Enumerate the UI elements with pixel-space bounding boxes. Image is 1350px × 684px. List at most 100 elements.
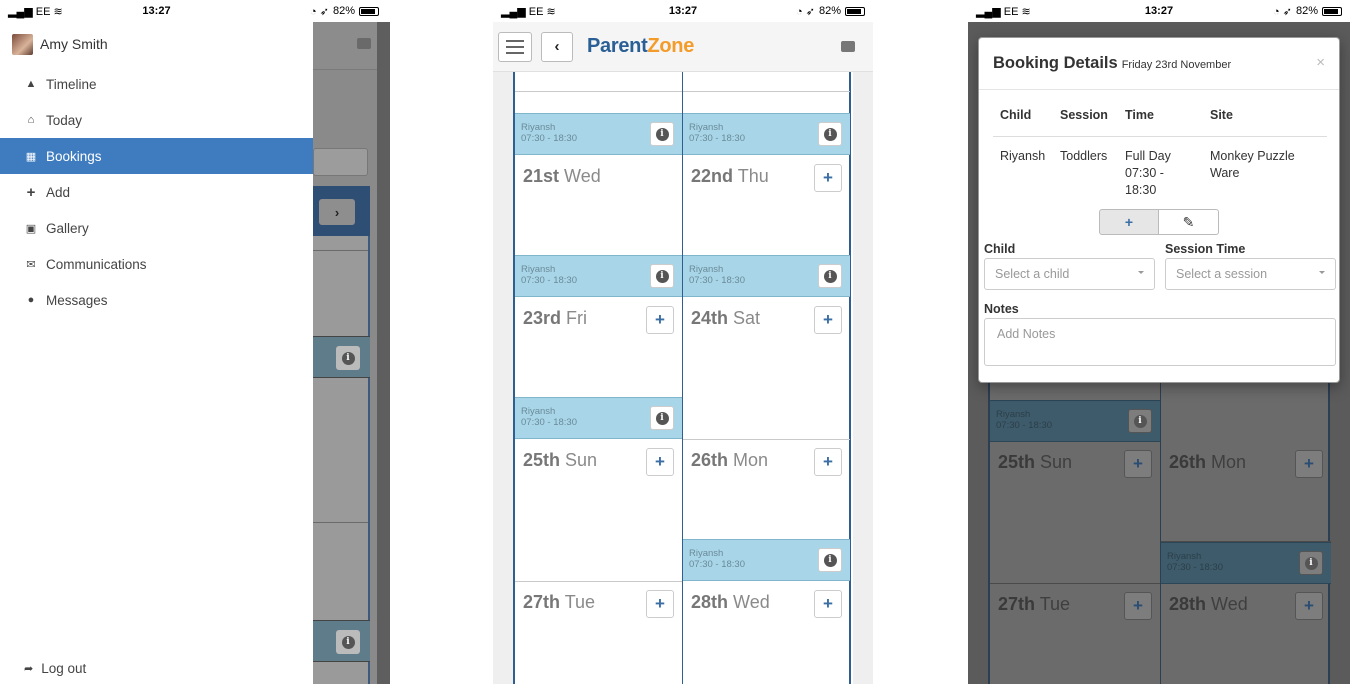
- info-icon[interactable]: i: [818, 122, 842, 146]
- background-calendar: [313, 186, 370, 684]
- menu-item-communications[interactable]: ✉ Communications: [0, 246, 313, 282]
- day-label: 27th Tue: [998, 594, 1071, 614]
- menu-item-gallery[interactable]: ▣ Gallery: [0, 210, 313, 246]
- location-icon: ◔ ➶: [796, 5, 815, 18]
- phone-calendar-screen: ▂▄▆ EE ≋ 13:27 ◔ ➶ 82% ‹ ParentZone Riyan…: [493, 0, 873, 684]
- info-icon[interactable]: i: [818, 264, 842, 288]
- add-booking-button: +: [1295, 592, 1323, 620]
- cell-child: Riyansh: [1000, 149, 1046, 163]
- day-label: 24th Sat: [691, 308, 761, 328]
- carrier: ▂▄▆ EE ≋: [976, 5, 1031, 18]
- edit-mode-button[interactable]: ✎: [1159, 209, 1219, 235]
- logout-link[interactable]: ➦ Log out: [24, 661, 86, 676]
- info-icon: i: [1299, 551, 1323, 575]
- add-booking-button[interactable]: +: [814, 590, 842, 618]
- add-booking-button[interactable]: +: [814, 448, 842, 476]
- calendar-grid: Riyansh 07:30 - 18:30 i Riyansh 07:30 - 18:…: [513, 72, 851, 684]
- day-cell-25: 25th Sun +: [990, 442, 1160, 584]
- menu-item-timeline[interactable]: ▲ Timeline: [0, 66, 313, 102]
- modal-date: Friday 23rd November: [1121, 59, 1232, 71]
- add-booking-button[interactable]: +: [646, 590, 674, 618]
- location-icon: ◔ ➶: [1273, 5, 1292, 18]
- background-rail: [377, 22, 390, 684]
- cell-site: Monkey Puzzle Ware: [1210, 149, 1295, 180]
- day-label: 25th Sun: [523, 450, 598, 470]
- day-cell-23: 23rd Fri +: [515, 298, 682, 398]
- booking-slot[interactable]: Riyansh 07:30 - 18:30 i: [515, 397, 682, 439]
- booking-details-modal: Booking Details Friday 23rd November × C…: [978, 37, 1340, 383]
- phone-booking-details-screen: ▂▄▆ EE ≋ 13:27 ◔ ➶ 82% Riyansh 07:30 - 18:…: [968, 0, 1350, 684]
- menu-item-messages[interactable]: ● Messages: [0, 282, 313, 318]
- day-label: 26th Mon: [691, 450, 769, 470]
- booking-slot[interactable]: Riyansh 07:30 - 18:30 i: [683, 255, 850, 297]
- road-icon: ▲: [25, 78, 37, 90]
- notes-textarea[interactable]: Add Notes: [984, 318, 1336, 366]
- info-icon[interactable]: i: [650, 122, 674, 146]
- home-icon: ⌂: [27, 114, 35, 126]
- hamburger-menu-button[interactable]: [498, 31, 532, 62]
- day-cell-21: 21st Wed: [515, 156, 682, 256]
- user-profile[interactable]: Amy Smith: [0, 22, 313, 66]
- booking-slot: Riyansh 07:30 - 18:30 i: [990, 400, 1160, 442]
- next-week-button: ›: [319, 199, 355, 225]
- booking-slot[interactable]: Riyansh 07:30 - 18:30 i: [683, 539, 850, 581]
- booking-slot[interactable]: Riyansh 07:30 - 18:30 i: [515, 255, 682, 297]
- add-booking-button[interactable]: +: [814, 306, 842, 334]
- calendar-icon: ▦: [25, 150, 37, 163]
- add-booking-button[interactable]: +: [814, 164, 842, 192]
- info-icon[interactable]: i: [650, 264, 674, 288]
- pencil-icon: ✎: [1182, 213, 1195, 230]
- day-label: 28th Wed: [1169, 594, 1248, 614]
- booking-slot[interactable]: Riyansh 07:30 - 18:30 i: [515, 113, 682, 155]
- day-cell-27: 27th Tue +: [990, 584, 1160, 684]
- calendar-cell: [683, 72, 850, 92]
- day-cell-26: 26th Mon +: [683, 440, 850, 540]
- back-button[interactable]: ‹: [541, 31, 573, 62]
- column-header: Child: [1000, 108, 1032, 122]
- day-label: 23rd Fri: [523, 308, 588, 328]
- day-label: 25th Sun: [998, 452, 1073, 472]
- background-booking-slot: i: [313, 620, 370, 662]
- menu-item-today[interactable]: ⌂ Today: [0, 102, 313, 138]
- chat-icon: [357, 38, 371, 49]
- status-bar: ▂▄▆ EE ≋ 13:27 ◔ ➶ 82%: [493, 0, 873, 22]
- session-time-label: Session Time: [1165, 242, 1246, 256]
- cell-session: Toddlers: [1060, 149, 1108, 163]
- booking-slot[interactable]: Riyansh 07:30 - 18:30 i: [683, 113, 850, 155]
- close-icon[interactable]: ×: [1316, 54, 1325, 71]
- battery-level: 82%: [1295, 5, 1318, 17]
- status-time: 13:27: [1144, 5, 1174, 17]
- info-icon[interactable]: i: [650, 406, 674, 430]
- page-margin: [493, 72, 513, 684]
- day-label: 26th Mon: [1169, 452, 1247, 472]
- chevron-down-icon: [1138, 271, 1144, 277]
- mode-toggle: + ✎: [1099, 209, 1219, 235]
- add-booking-button[interactable]: +: [646, 306, 674, 334]
- menu-item-bookings[interactable]: ▦ Bookings: [0, 138, 313, 174]
- battery-icon: [1322, 6, 1342, 16]
- phone-menu-screen: › i i ▂▄▆ EE ≋ 13:27 ◔ ➶ 82% Amy Smith ▲ T…: [0, 0, 390, 684]
- battery-icon: [359, 6, 379, 16]
- menu-item-add[interactable]: + Add: [0, 174, 313, 210]
- carrier: ▂▄▆ EE ≋: [501, 5, 556, 18]
- day-cell-28: 28th Wed +: [683, 582, 850, 684]
- child-select[interactable]: Select a child: [984, 258, 1155, 290]
- nav-menu: ▲ Timeline ⌂ Today ▦ Bookings + Add ▣ Gallery…: [0, 66, 313, 318]
- column-header: Time: [1125, 108, 1154, 122]
- booking-slot: Riyansh 07:30 - 18:30 i: [1161, 542, 1331, 584]
- add-booking-button: +: [1124, 592, 1152, 620]
- info-icon[interactable]: i: [818, 548, 842, 572]
- navigation-drawer: Amy Smith ▲ Timeline ⌂ Today ▦ Bookings + Ad…: [0, 22, 313, 684]
- add-mode-button[interactable]: +: [1099, 209, 1159, 235]
- add-booking-button: +: [1295, 450, 1323, 478]
- sign-out-icon: ➦: [24, 663, 34, 675]
- background-select: [313, 148, 368, 176]
- day-cell-27: 27th Tue +: [515, 582, 682, 684]
- calendar-cell: [515, 72, 682, 92]
- status-time: 13:27: [668, 5, 698, 17]
- session-select[interactable]: Select a session: [1165, 258, 1336, 290]
- add-booking-button[interactable]: +: [646, 448, 674, 476]
- day-cell-22: 22nd Thu +: [683, 156, 850, 256]
- table-divider: [993, 136, 1327, 137]
- chat-icon[interactable]: [841, 41, 855, 52]
